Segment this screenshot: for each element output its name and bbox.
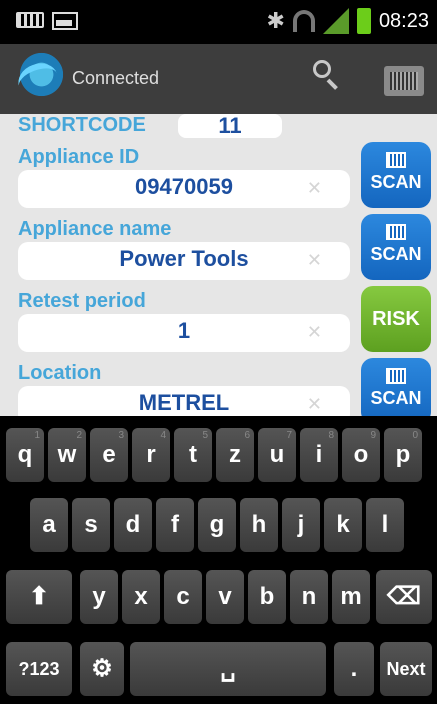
key-w[interactable]: 2w (48, 428, 86, 482)
action-bar: Connected (0, 44, 437, 114)
wifi-icon (292, 10, 315, 32)
scan-label: SCAN (370, 244, 422, 264)
key-g[interactable]: g (198, 498, 236, 552)
scan-appliance-id-button[interactable]: SCAN (361, 142, 431, 208)
key-f[interactable]: f (156, 498, 194, 552)
scan-appliance-name-button[interactable]: SCAN (361, 214, 431, 280)
app-logo-icon[interactable] (14, 52, 64, 102)
retest-period-input[interactable]: 1 ✕ (18, 314, 350, 352)
key-c[interactable]: c (164, 570, 202, 624)
signal-icon (322, 8, 349, 34)
settings-key[interactable]: ⚙ (80, 642, 124, 696)
period-key[interactable]: . (334, 642, 374, 696)
clear-icon[interactable]: ✕ (307, 322, 322, 343)
space-key[interactable]: ␣ (130, 642, 326, 696)
clear-icon[interactable]: ✕ (307, 250, 322, 271)
key-t[interactable]: 5t (174, 428, 212, 482)
key-h[interactable]: h (240, 498, 278, 552)
soft-keyboard: 1q 2w 3e 4r 5t 6z 7u 8i 9o 0p a s d f g … (0, 416, 437, 704)
key-y[interactable]: y (80, 570, 118, 624)
location-input[interactable]: METREL ✕ (18, 386, 350, 416)
retest-period-label: Retest period (18, 290, 146, 312)
location-value: METREL (138, 390, 230, 415)
scan-label: SCAN (370, 172, 422, 192)
appliance-id-input[interactable]: 09470059 ✕ (18, 170, 350, 208)
clear-icon[interactable]: ✕ (307, 394, 322, 415)
screen: { "status_bar": { "time": "08:23", "icon… (0, 0, 437, 704)
key-x[interactable]: x (122, 570, 160, 624)
battery-icon (356, 8, 371, 34)
key-q[interactable]: 1q (6, 428, 44, 482)
key-m[interactable]: m (332, 570, 370, 624)
shortcode-label: SHORTCODE (18, 114, 146, 136)
barcode-icon (386, 224, 406, 240)
key-a[interactable]: a (30, 498, 68, 552)
connection-status: Connected (72, 68, 160, 88)
shortcode-input[interactable]: 11 (178, 114, 282, 138)
key-s[interactable]: s (72, 498, 110, 552)
risk-button[interactable]: RISK (361, 286, 431, 352)
symbols-key[interactable]: ?123 (6, 642, 72, 696)
scan-location-button[interactable]: SCAN (361, 358, 431, 416)
appliance-name-input[interactable]: Power Tools ✕ (18, 242, 350, 280)
key-e[interactable]: 3e (90, 428, 128, 482)
key-z[interactable]: 6z (216, 428, 254, 482)
key-p[interactable]: 0p (384, 428, 422, 482)
key-o[interactable]: 9o (342, 428, 380, 482)
key-b[interactable]: b (248, 570, 286, 624)
location-label: Location (18, 362, 102, 384)
key-k[interactable]: k (324, 498, 362, 552)
bluetooth-icon: ✱ (266, 8, 285, 33)
clock: 08:23 (378, 9, 429, 32)
key-n[interactable]: n (290, 570, 328, 624)
barcode-icon[interactable] (384, 66, 424, 96)
barcode-icon (386, 368, 406, 384)
clear-icon[interactable]: ✕ (307, 178, 322, 199)
key-u[interactable]: 7u (258, 428, 296, 482)
scan-label: SCAN (370, 388, 422, 408)
image-icon (52, 12, 78, 30)
status-bar: ✱ 08:23 (0, 0, 437, 44)
appliance-id-value: 09470059 (135, 174, 233, 199)
appliance-name-label: Appliance name (18, 218, 172, 240)
key-d[interactable]: d (114, 498, 152, 552)
barcode-icon (386, 152, 406, 168)
search-icon[interactable] (313, 60, 343, 90)
keyboard-icon (16, 12, 44, 28)
key-i[interactable]: 8i (300, 428, 338, 482)
key-v[interactable]: v (206, 570, 244, 624)
key-l[interactable]: l (366, 498, 404, 552)
appliance-id-label: Appliance ID (18, 146, 140, 168)
retest-period-value: 1 (177, 318, 191, 343)
shift-key[interactable]: ⬆ (6, 570, 72, 624)
backspace-key[interactable]: ⌫ (376, 570, 432, 624)
next-key[interactable]: Next (380, 642, 432, 696)
appliance-name-value: Power Tools (119, 246, 249, 271)
appliance-form: SHORTCODE 11 Appliance ID 09470059 ✕ SCA… (0, 114, 437, 416)
key-j[interactable]: j (282, 498, 320, 552)
key-r[interactable]: 4r (132, 428, 170, 482)
